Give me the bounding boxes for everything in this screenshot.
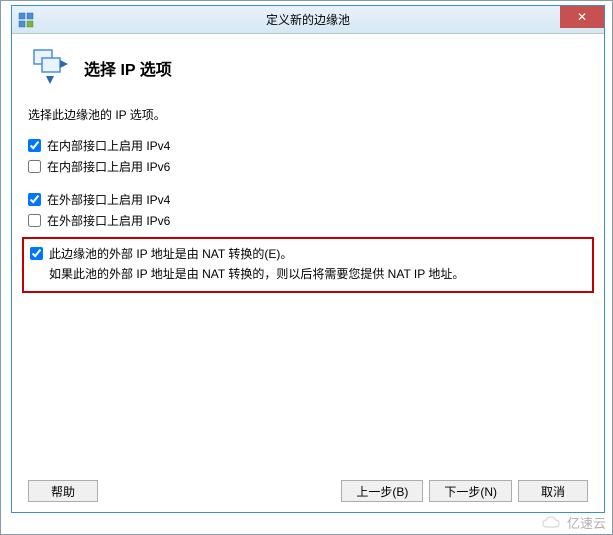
- page-title: 选择 IP 选项: [84, 56, 172, 80]
- checkbox-internal-ipv4-label[interactable]: 在内部接口上启用 IPv4: [47, 137, 170, 154]
- checkbox-external-ipv6-label[interactable]: 在外部接口上启用 IPv6: [47, 212, 170, 229]
- titlebar: 定义新的边缘池 ✕: [12, 6, 604, 34]
- checkbox-internal-ipv6-row: 在内部接口上启用 IPv6: [28, 158, 588, 175]
- help-button[interactable]: 帮助: [28, 480, 98, 502]
- nat-description: 如果此池的外部 IP 地址是由 NAT 转换的，则以后将需要您提供 NAT IP…: [49, 266, 586, 283]
- cancel-button[interactable]: 取消: [518, 480, 588, 502]
- dialog-window: 定义新的边缘池 ✕ 选择 IP 选项 选择此边缘池的 IP 选项。: [11, 5, 605, 513]
- nat-highlight-box: 此边缘池的外部 IP 地址是由 NAT 转换的(E)。 如果此池的外部 IP 地…: [22, 237, 594, 293]
- window-title: 定义新的边缘池: [266, 11, 350, 28]
- back-button[interactable]: 上一步(B): [341, 480, 423, 502]
- checkbox-nat[interactable]: [30, 247, 43, 260]
- intro-text: 选择此边缘池的 IP 选项。: [28, 106, 588, 123]
- checkbox-internal-ipv4[interactable]: [28, 139, 41, 152]
- watermark-text: 亿速云: [567, 513, 606, 532]
- next-button[interactable]: 下一步(N): [429, 480, 512, 502]
- checkbox-internal-ipv6-label[interactable]: 在内部接口上启用 IPv6: [47, 158, 170, 175]
- checkbox-external-ipv6[interactable]: [28, 214, 41, 227]
- close-icon: ✕: [577, 10, 587, 24]
- checkbox-external-ipv4-label[interactable]: 在外部接口上启用 IPv4: [47, 191, 170, 208]
- close-button[interactable]: ✕: [560, 6, 604, 28]
- content-area: 选择 IP 选项 选择此边缘池的 IP 选项。 在内部接口上启用 IPv4 在内…: [12, 34, 604, 293]
- checkbox-external-ipv4[interactable]: [28, 193, 41, 206]
- app-icon: [18, 12, 34, 28]
- footer: 帮助 上一步(B) 下一步(N) 取消: [28, 480, 588, 502]
- checkbox-nat-label[interactable]: 此边缘池的外部 IP 地址是由 NAT 转换的(E)。: [49, 245, 292, 262]
- cloud-icon: [541, 516, 563, 530]
- header-icon: [32, 48, 72, 88]
- checkbox-internal-ipv4-row: 在内部接口上启用 IPv4: [28, 137, 588, 154]
- watermark: 亿速云: [541, 513, 606, 532]
- checkbox-external-ipv4-row: 在外部接口上启用 IPv4: [28, 191, 588, 208]
- checkbox-external-ipv6-row: 在外部接口上启用 IPv6: [28, 212, 588, 229]
- checkbox-nat-row: 此边缘池的外部 IP 地址是由 NAT 转换的(E)。: [30, 245, 586, 262]
- checkbox-internal-ipv6[interactable]: [28, 160, 41, 173]
